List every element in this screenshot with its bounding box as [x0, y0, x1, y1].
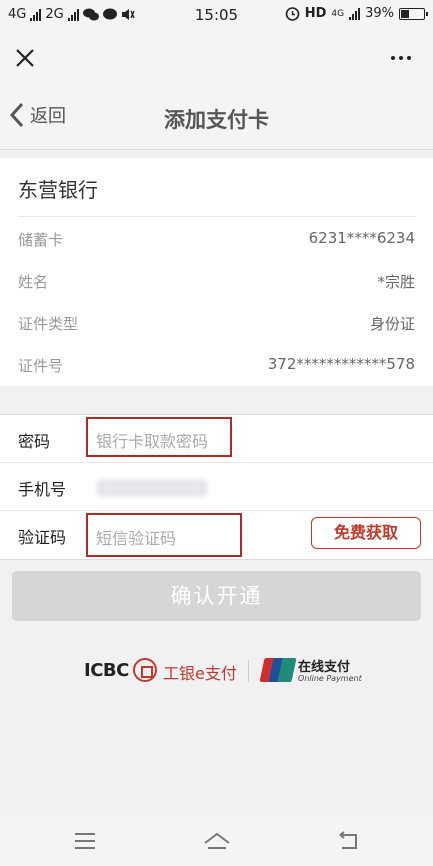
info-row-id-number: 证件号 372************578: [18, 355, 415, 379]
phone-field-blurred: [96, 479, 208, 497]
net-label: 4G: [331, 8, 345, 19]
info-row-name: 姓名 *宗胜: [18, 271, 415, 295]
form-row-password: 密码 银行卡取款密码: [0, 415, 433, 463]
bank-name: 东营银行: [18, 178, 98, 202]
battery-fill: [401, 9, 410, 18]
close-icon[interactable]: [12, 45, 38, 71]
battery-percent: 39%: [365, 6, 394, 21]
password-placeholder: 银行卡取款密码: [96, 432, 209, 451]
signal-icon-3: [349, 7, 361, 20]
get-sms-code-button[interactable]: 免费获取: [311, 517, 421, 549]
id-type-label: 证件类型: [18, 315, 79, 333]
id-number-label: 证件号: [18, 357, 64, 375]
confirm-button[interactable]: 确认开通: [12, 571, 421, 621]
logo-divider: [248, 660, 249, 682]
more-icon[interactable]: [391, 56, 411, 60]
code-label: 验证码: [18, 528, 67, 547]
form-row-code: 验证码 短信验证码 免费获取: [0, 511, 433, 559]
menu-icon[interactable]: [72, 828, 98, 854]
info-row-id-type: 证件类型 身份证: [18, 313, 415, 337]
status-bar: 4G 2G 15:05 HD 4G 39%: [0, 0, 433, 32]
divider: [18, 216, 415, 217]
password-label: 密码: [18, 432, 51, 451]
sms-code-input[interactable]: 短信验证码: [86, 513, 242, 557]
phone-label: 手机号: [18, 480, 67, 499]
card-number-value: 6231****6234: [308, 229, 415, 247]
battery-icon: [399, 7, 428, 20]
id-type-value: 身份证: [369, 315, 415, 333]
icbc-logo-icon: [133, 658, 157, 682]
info-row-card-type: 储蓄卡 6231****6234: [18, 229, 415, 253]
icbc-logo-text: ICBC: [84, 660, 129, 681]
password-input[interactable]: 银行卡取款密码: [86, 417, 232, 457]
back-nav-icon[interactable]: [336, 828, 362, 854]
hd-label: HD: [304, 6, 327, 21]
page-header: 返回 添加支付卡: [0, 86, 433, 150]
verification-form: 密码 银行卡取款密码 手机号 验证码 短信验证码 免费获取: [0, 414, 433, 560]
alarm-icon: [285, 7, 300, 21]
webview-toolbar: [0, 32, 433, 86]
unionpay-sub-label: Online Payment: [298, 674, 362, 683]
name-value: *宗胜: [377, 273, 415, 291]
name-label: 姓名: [18, 273, 49, 291]
system-nav-bar: [0, 816, 433, 866]
unionpay-logo-icon: [259, 658, 297, 682]
id-number-value: 372************578: [267, 355, 415, 373]
page-title: 添加支付卡: [164, 108, 269, 132]
unionpay-label: 在线支付: [298, 660, 351, 675]
icbc-pay-label: 工银e支付: [163, 664, 237, 683]
home-icon[interactable]: [202, 828, 232, 854]
form-row-phone: 手机号: [0, 463, 433, 511]
card-info-panel: 东营银行 储蓄卡 6231****6234 姓名 *宗胜 证件类型 身份证 证件…: [0, 158, 433, 386]
status-right: HD 4G 39%: [285, 6, 428, 21]
payment-logos: ICBC 工银e支付 在线支付 Online Payment: [0, 654, 433, 688]
sms-code-placeholder: 短信验证码: [96, 529, 177, 548]
card-type-label: 储蓄卡: [18, 231, 64, 249]
